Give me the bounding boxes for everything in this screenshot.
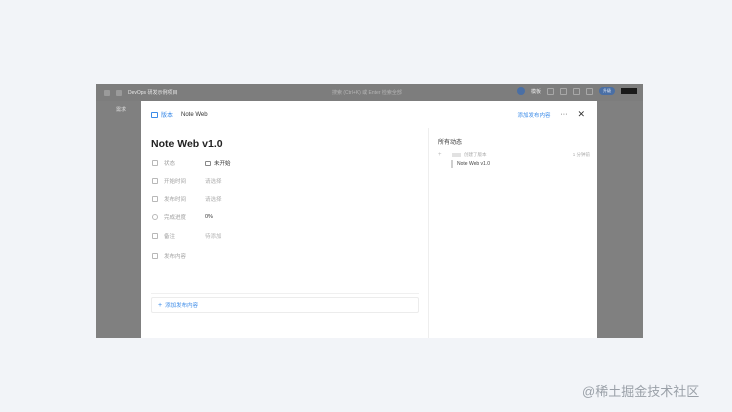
note-icon [152, 233, 158, 239]
modal-header-actions: 添加发布内容 ··· ✕ [517, 110, 585, 119]
activity-detail-text: Note Web v1.0 [457, 160, 490, 167]
field-label: 备注 [164, 234, 176, 240]
calendar-icon [152, 178, 158, 184]
plus-icon: + [438, 152, 442, 158]
project-icon [116, 89, 122, 96]
field-release-content: 发布内容 [152, 251, 412, 261]
field-note: 备注 待添加 [152, 231, 412, 241]
status-value: 未开始 [214, 161, 231, 167]
brand-logo [621, 88, 637, 94]
field-start-time: 开始时间 请选择 [152, 176, 412, 186]
progress-icon [152, 214, 158, 220]
release-time-picker[interactable]: 请选择 [205, 195, 222, 203]
activity-detail: Note Web v1.0 [451, 159, 490, 168]
add-release-content-link[interactable]: 添加发布内容 [517, 111, 550, 119]
detail-pane: Note Web v1.0 状态 未开始 开始时间 请选择 发布时间 请选择 完… [141, 128, 429, 338]
calendar-icon [152, 196, 158, 202]
activity-entry: + 创建了版本 1 分钟前 [438, 151, 590, 159]
divider [151, 293, 419, 294]
status-icon [152, 160, 158, 166]
field-progress: 完成进度 0% [152, 212, 412, 222]
modal-header: 版本 Note Web 添加发布内容 ··· ✕ [141, 101, 597, 128]
version-detail-modal: 版本 Note Web 添加发布内容 ··· ✕ Note Web v1.0 状… [141, 101, 597, 338]
start-time-picker[interactable]: 请选择 [205, 177, 222, 185]
breadcrumb-name[interactable]: Note Web [181, 112, 208, 118]
user-name [452, 153, 461, 157]
version-title[interactable]: Note Web v1.0 [151, 138, 223, 150]
add-release-content-button[interactable]: + 添加发布内容 [151, 297, 419, 313]
field-label: 完成进度 [164, 215, 187, 221]
user-avatar[interactable] [516, 87, 525, 95]
status-chip-icon [205, 160, 211, 166]
more-icon[interactable]: ··· [560, 111, 567, 118]
status-dropdown[interactable]: 未开始 [205, 159, 231, 167]
field-release-time: 发布时间 请选择 [152, 194, 412, 204]
activity-text: 创建了版本 [464, 152, 487, 157]
watermark: @稀土掘金技术社区 [582, 384, 700, 399]
field-label: 开始时间 [164, 179, 187, 185]
quote-bar [451, 159, 453, 168]
upgrade-button[interactable]: 升级 [599, 87, 615, 95]
activity-title: 所有动态 [438, 140, 463, 146]
help-icon[interactable] [586, 87, 593, 95]
version-icon [151, 111, 158, 118]
app-top-right: 模板 升级 [516, 87, 637, 95]
add-release-content-label: 添加发布内容 [165, 303, 199, 309]
calendar-icon[interactable] [547, 87, 554, 95]
note-input[interactable]: 待添加 [205, 232, 222, 240]
template-label[interactable]: 模板 [531, 88, 541, 95]
project-title[interactable]: DevOps 研发示例项目 [128, 89, 177, 96]
progress-value[interactable]: 0% [205, 214, 213, 220]
field-status: 状态 未开始 [152, 158, 412, 168]
menu-icon[interactable] [104, 89, 110, 96]
close-icon[interactable]: ✕ [577, 110, 585, 119]
field-label: 发布时间 [164, 197, 187, 203]
activity-time: 1 分钟前 [572, 152, 590, 157]
activity-pane: 所有动态 + 创建了版本 1 分钟前 Note Web v1.0 [430, 128, 597, 338]
plus-icon: + [158, 301, 163, 309]
breadcrumb-type[interactable]: 版本 [161, 110, 173, 119]
field-label: 发布内容 [164, 254, 187, 260]
app-top-bar: DevOps 研发示例项目 搜索 (Ctrl+K) 或 Enter 检索全部 模… [96, 84, 643, 101]
list-icon [152, 253, 158, 259]
field-label: 状态 [164, 161, 176, 167]
tab-requirements[interactable]: 需求 [116, 106, 126, 113]
bell-icon[interactable] [573, 87, 580, 95]
grid-icon[interactable] [560, 87, 567, 95]
global-search[interactable]: 搜索 (Ctrl+K) 或 Enter 检索全部 [332, 89, 402, 96]
